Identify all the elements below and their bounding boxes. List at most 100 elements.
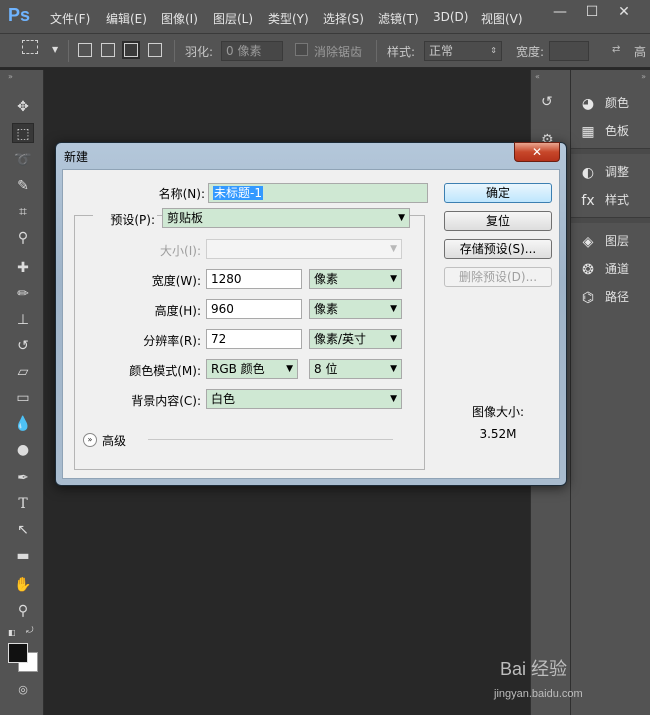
healing-brush-tool-icon[interactable]: ✚ [12, 258, 34, 278]
new-document-dialog: 新建 ✕ 名称(N): 未标题-1 预设(P): 剪贴板 ▼ 大小(I): ▼ … [55, 142, 567, 486]
blur-tool-icon[interactable]: 💧 [12, 414, 34, 434]
chevron-down-icon: ▼ [398, 213, 405, 223]
default-colors-icon[interactable]: ◧ [8, 628, 16, 637]
hand-tool-icon[interactable]: ✋ [12, 575, 34, 595]
swap-icon[interactable]: ⇄ [612, 44, 620, 55]
quick-mask-icon[interactable]: ◎ [12, 680, 34, 700]
history-panel-icon[interactable]: ↺ [541, 94, 553, 110]
photoshop-window: Ps 文件(F) 编辑(E) 图像(I) 图层(L) 类型(Y) 选择(S) 滤… [0, 0, 650, 715]
pen-tool-icon[interactable]: ✒ [12, 468, 34, 488]
close-window-icon[interactable]: ✕ [610, 2, 638, 22]
eyedropper-tool-icon[interactable]: ⚲ [12, 228, 34, 248]
height-input[interactable]: 960 [206, 299, 302, 319]
collapse-panels-icon[interactable]: » [641, 72, 646, 81]
lasso-tool-icon[interactable]: ➰ [12, 150, 34, 170]
brush-tool-icon[interactable]: ✏ [12, 284, 34, 304]
type-tool-icon[interactable]: T [12, 494, 34, 514]
menu-file[interactable]: 文件(F) [50, 10, 90, 27]
eraser-tool-icon[interactable]: ▱ [12, 362, 34, 382]
separator [174, 40, 175, 62]
panel-adjustments[interactable]: ◐ 调整 [579, 163, 649, 185]
menu-layer[interactable]: 图层(L) [213, 10, 253, 27]
width-label: 宽度(W): [151, 274, 201, 288]
expand-advanced-icon[interactable]: » [83, 433, 97, 447]
panel-paths[interactable]: ⌬ 路径 [579, 288, 649, 310]
menu-3d[interactable]: 3D(D) [433, 10, 468, 24]
menu-edit[interactable]: 编辑(E) [106, 10, 147, 27]
palette-icon: ◕ [581, 95, 595, 112]
width-unit-select[interactable]: 像素 ▼ [309, 269, 402, 289]
resolution-input[interactable]: 72 [206, 329, 302, 349]
delete-preset-button[interactable]: 删除预设(D)... [444, 267, 552, 287]
collapse-icon[interactable]: » [8, 72, 13, 81]
height-unit-select[interactable]: 像素 ▼ [309, 299, 402, 319]
separator [68, 40, 69, 62]
dialog-title: 新建 [64, 150, 89, 164]
feather-label: 羽化: [185, 45, 214, 59]
name-input[interactable]: 未标题-1 [208, 183, 428, 203]
panel-styles[interactable]: fx 样式 [579, 191, 649, 213]
panel-divider [571, 148, 650, 154]
menu-bar: Ps 文件(F) 编辑(E) 图像(I) 图层(L) 类型(Y) 选择(S) 滤… [0, 0, 650, 34]
background-select[interactable]: 白色 ▼ [206, 389, 402, 409]
save-preset-button[interactable]: 存储预设(S)... [444, 239, 552, 259]
swap-colors-icon[interactable]: ⤾ [26, 626, 34, 636]
resolution-unit-select[interactable]: 像素/英寸 ▼ [309, 329, 402, 349]
path-select-tool-icon[interactable]: ↖ [12, 520, 34, 540]
width-label: 宽度: [516, 45, 545, 59]
layers-icon: ◈ [582, 233, 594, 250]
panel-layers[interactable]: ◈ 图层 [579, 232, 649, 254]
menu-image[interactable]: 图像(I) [161, 10, 198, 27]
marquee-preset-icon[interactable] [22, 40, 38, 54]
crop-tool-icon[interactable]: ⌗ [12, 202, 34, 222]
chevron-updown-icon: ⇕ [490, 46, 497, 55]
feather-input[interactable]: 0 像素 [221, 41, 283, 61]
bit-depth-select[interactable]: 8 位 ▼ [309, 359, 402, 379]
gradient-tool-icon[interactable]: ▭ [12, 388, 34, 408]
image-size-label: 图像大小: [471, 405, 525, 419]
marquee-tool-icon[interactable]: ⬚ [12, 123, 34, 143]
history-brush-tool-icon[interactable]: ↺ [12, 336, 34, 356]
foreground-color-swatch[interactable] [8, 643, 28, 663]
expand-icon[interactable]: « [535, 72, 540, 81]
subtract-selection-icon[interactable] [122, 41, 140, 59]
dodge-tool-icon[interactable]: ● [12, 440, 34, 460]
chevron-down-icon[interactable]: ▼ [52, 45, 58, 54]
style-select[interactable]: 正常 ⇕ [424, 41, 502, 61]
width-input[interactable]: 1280 [206, 269, 302, 289]
minimize-icon[interactable]: — [546, 2, 574, 22]
style-value: 正常 [429, 44, 454, 58]
menu-select[interactable]: 选择(S) [323, 10, 364, 27]
size-select[interactable]: ▼ [206, 239, 402, 259]
panel-color[interactable]: ◕ 颜色 [579, 94, 649, 116]
panel-swatches[interactable]: ▦ 色板 [579, 122, 649, 144]
new-selection-icon[interactable] [78, 43, 92, 57]
color-mode-select[interactable]: RGB 颜色 ▼ [206, 359, 298, 379]
height-label: 高度(H): [154, 304, 201, 318]
menu-view[interactable]: 视图(V) [481, 10, 523, 27]
styles-icon: fx [581, 192, 595, 209]
intersect-selection-icon[interactable] [148, 43, 162, 57]
panel-channels[interactable]: ❂ 通道 [579, 260, 649, 282]
color-mode-label: 颜色模式(M): [129, 364, 201, 378]
maximize-icon[interactable]: ☐ [578, 2, 606, 22]
menu-filter[interactable]: 滤镜(T) [378, 10, 419, 27]
ok-button[interactable]: 确定 [444, 183, 552, 203]
width-input[interactable] [549, 41, 589, 61]
rectangle-tool-icon[interactable]: ▬ [12, 546, 34, 566]
advanced-label[interactable]: 高级 [102, 432, 126, 449]
quick-select-tool-icon[interactable]: ✎ [12, 176, 34, 196]
resolution-unit-value: 像素/英寸 [314, 332, 367, 346]
move-tool-icon[interactable]: ✥ [12, 97, 34, 117]
ps-logo: Ps [8, 5, 31, 25]
zoom-tool-icon[interactable]: ⚲ [12, 601, 34, 621]
menu-type[interactable]: 类型(Y) [268, 10, 309, 27]
antialias-checkbox[interactable] [295, 43, 308, 56]
stamp-tool-icon[interactable]: ⊥ [12, 310, 34, 330]
add-selection-icon[interactable] [101, 43, 115, 57]
close-icon[interactable]: ✕ [514, 142, 560, 162]
preset-select[interactable]: 剪贴板 ▼ [162, 208, 410, 228]
reset-button[interactable]: 复位 [444, 211, 552, 231]
width-unit-value: 像素 [314, 272, 339, 286]
options-bar: ▼ 羽化: 0 像素 消除锯齿 样式: 正常 ⇕ 宽度: ⇄ 高 [0, 34, 650, 68]
